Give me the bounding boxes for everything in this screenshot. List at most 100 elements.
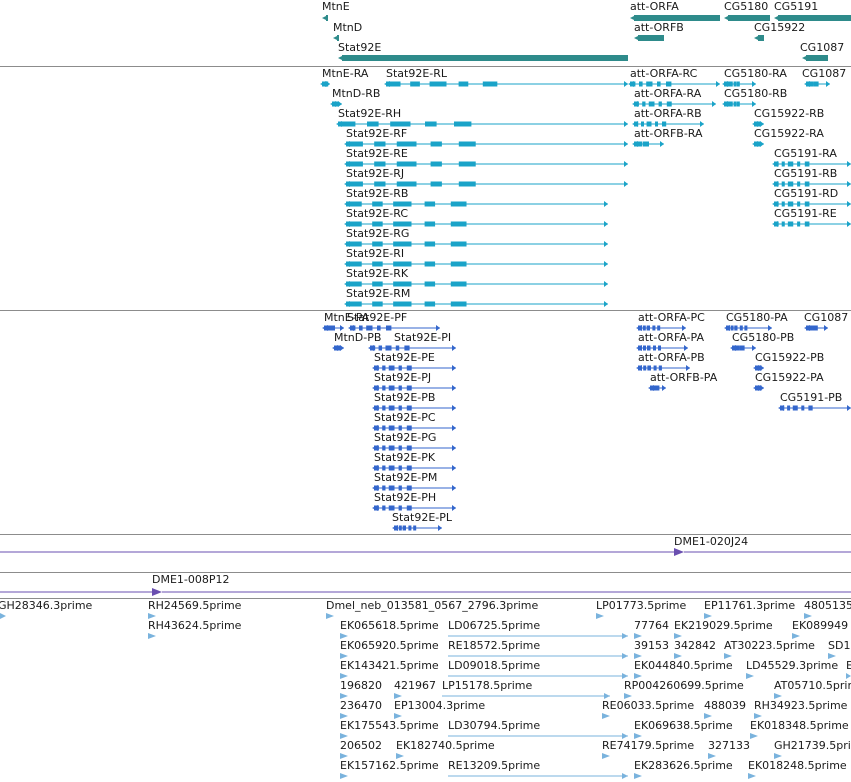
feature-label-cg5180-pa[interactable]: CG5180-PA [726,312,788,324]
feature-label-mtne-ra[interactable]: MtnE-RA [322,68,368,80]
feature-label-cg15922-ra[interactable]: CG15922-RA [754,128,824,140]
feature-label-ld06725-5prime[interactable]: LD06725.5prime [448,620,540,632]
feature-stat92e-glyph[interactable] [338,55,628,61]
feature-att-orfb-ra-glyph[interactable] [632,141,664,147]
feature-label-dmel-neb-013581-0567-2796-3prime[interactable]: Dmel_neb_013581_0567_2796.3prime [326,600,538,612]
feature-label-at30223-5prime[interactable]: AT30223.5prime [724,640,815,652]
feature-label-stat92e-rj[interactable]: Stat92E-RJ [346,168,404,180]
feature-label-stat92e-pk[interactable]: Stat92E-PK [374,452,435,464]
feature-label-stat92e-rh[interactable]: Stat92E-RH [338,108,401,120]
feature-label-stat92e-pm[interactable]: Stat92E-PM [374,472,437,484]
feature-label-att-orfa-pb[interactable]: att-ORFA-PB [638,352,705,364]
feature-label-gh28346-3prime[interactable]: GH28346.3prime [0,600,92,612]
feature-label-77764[interactable]: 77764 [634,620,669,632]
feature-label-ek283626-5prime[interactable]: EK283626.5prime [634,760,733,772]
feature-label-gh21739-5prime[interactable]: GH21739.5prime [774,740,851,752]
feature-mtne-glyph[interactable] [322,15,328,21]
feature-label-stat92e-pf[interactable]: Stat92E-PF [347,312,407,324]
feature-label-cg1087[interactable]: CG1087 [802,68,846,80]
feature-label-cg5191-ra[interactable]: CG5191-RA [774,148,837,160]
feature-label-stat92e-rk[interactable]: Stat92E-RK [346,268,408,280]
feature-dmel-neb-013581-0567-2796-3prime-glyph[interactable] [326,613,334,619]
feature-stat92e-rl-glyph[interactable] [384,81,628,87]
feature-label-stat92e-pg[interactable]: Stat92E-PG [374,432,436,444]
feature-cg15922-glyph[interactable] [754,35,764,41]
feature-label-rp004260699-5prime[interactable]: RP004260699.5prime [624,680,744,692]
feature-label-rh34923-5prime[interactable]: RH34923.5prime [754,700,847,712]
feature-stat92e-pl-glyph[interactable] [392,525,442,531]
feature-label-stat92e[interactable]: Stat92E [338,42,381,54]
feature-label-206502[interactable]: 206502 [340,740,382,752]
feature-label-mtnd[interactable]: MtnD [333,22,362,34]
feature-label-stat92e-ri[interactable]: Stat92E-RI [346,248,404,260]
feature-label-ld30794-5prime[interactable]: LD30794.5prime [448,720,540,732]
feature-re74179-5prime-glyph[interactable] [602,753,610,759]
feature-label-stat92e-rc[interactable]: Stat92E-RC [346,208,408,220]
feature-label-ek018248-5prime[interactable]: EK018248.5prime [748,760,847,772]
feature-label-196820[interactable]: 196820 [340,680,382,692]
feature-label-mtne[interactable]: MtnE [322,1,350,13]
feature-label-mtnd-rb[interactable]: MtnD-RB [332,88,380,100]
feature-re06033-5prime-glyph[interactable] [602,713,610,719]
feature-label-327133[interactable]: 327133 [708,740,750,752]
feature-dme1-020j24-glyph[interactable] [0,548,851,556]
feature-label-stat92e-re[interactable]: Stat92E-RE [346,148,408,160]
feature-label-cg5191-re[interactable]: CG5191-RE [774,208,837,220]
feature-label-ep11761-3prime[interactable]: EP11761.3prime [704,600,795,612]
feature-label-cg1087[interactable]: CG1087 [800,42,844,54]
feature-label-lp15178-5prime[interactable]: LP15178.5prime [442,680,532,692]
feature-label-488039[interactable]: 488039 [704,700,746,712]
feature-stat92e-rm-glyph[interactable] [344,301,608,307]
feature-label-att-orfa-ra[interactable]: att-ORFA-RA [634,88,701,100]
feature-label-cg5191-rd[interactable]: CG5191-RD [774,188,838,200]
feature-label-39153[interactable]: 39153 [634,640,669,652]
feature-label-342842[interactable]: 342842 [674,640,716,652]
feature-label-att-orfb-ra[interactable]: att-ORFB-RA [634,128,703,140]
feature-label-cg5180-pb[interactable]: CG5180-PB [732,332,794,344]
feature-label-lp01773-5prime[interactable]: LP01773.5prime [596,600,686,612]
feature-label-stat92e-ph[interactable]: Stat92E-PH [374,492,436,504]
feature-cg5180-pb-glyph[interactable] [730,345,756,351]
feature-gh28346-3prime-glyph[interactable] [0,613,6,619]
feature-label-att-orfa-pc[interactable]: att-ORFA-PC [638,312,705,324]
feature-label-ek219029-5prime[interactable]: EK219029.5prime [674,620,773,632]
feature-label-ld09018-5prime[interactable]: LD09018.5prime [448,660,540,672]
feature-label-stat92e-rg[interactable]: Stat92E-RG [346,228,409,240]
feature-label-dme1-008p12[interactable]: DME1-008P12 [152,574,230,586]
feature-label-stat92e-rm[interactable]: Stat92E-RM [346,288,410,300]
feature-ek157162-5prime-glyph[interactable] [340,773,348,779]
feature-re13209-5prime-glyph[interactable] [448,773,628,779]
feature-label-re06033-5prime[interactable]: RE06033.5prime [602,700,694,712]
feature-cg1087-glyph[interactable] [804,325,828,331]
feature-label-at05710-5prime[interactable]: AT05710.5prime [774,680,851,692]
feature-label-ek065618-5prime[interactable]: EK065618.5prime [340,620,439,632]
feature-label-421967[interactable]: 421967 [394,680,436,692]
feature-label-e[interactable]: E [846,660,851,672]
feature-label-stat92e-pb[interactable]: Stat92E-PB [374,392,435,404]
feature-label-ek018348-5prime[interactable]: EK018348.5prime [750,720,849,732]
feature-label-sd1[interactable]: SD1 [828,640,850,652]
feature-label-cg15922-pb[interactable]: CG15922-PB [755,352,824,364]
feature-label-stat92e-pj[interactable]: Stat92E-PJ [374,372,431,384]
feature-label-re13209-5prime[interactable]: RE13209.5prime [448,760,540,772]
feature-ek283626-5prime-glyph[interactable] [634,773,642,779]
feature-cg5180-rb-glyph[interactable] [722,101,756,107]
feature-label-ld45529-3prime[interactable]: LD45529.3prime [746,660,838,672]
feature-cg1087-glyph[interactable] [804,81,830,87]
genome-browser-viewport[interactable]: MtnE MtnD Stat92E att-ORFA att-ORFB CG5180 CG5… [0,0,851,782]
feature-cg5191-pb-glyph[interactable] [778,405,851,411]
feature-label-cg5180[interactable]: CG5180 [724,1,768,13]
feature-mtne-ra-glyph[interactable] [320,81,330,87]
feature-label-cg1087[interactable]: CG1087 [804,312,848,324]
feature-label-4805135[interactable]: 4805135 [804,600,851,612]
feature-label-stat92e-pi[interactable]: Stat92E-PI [394,332,451,344]
feature-label-ep13004-3prime[interactable]: EP13004.3prime [394,700,485,712]
feature-label-att-orfa-rb[interactable]: att-ORFA-RB [634,108,702,120]
feature-att-orfb-pa-glyph[interactable] [648,385,666,391]
feature-label-cg15922[interactable]: CG15922 [754,22,805,34]
feature-label-att-orfa-rc[interactable]: att-ORFA-RC [630,68,697,80]
feature-label-ek175543-5prime[interactable]: EK175543.5prime [340,720,439,732]
feature-ek018348-5prime-glyph[interactable] [750,733,758,739]
feature-label-stat92e-pc[interactable]: Stat92E-PC [374,412,436,424]
feature-cg15922-pa-glyph[interactable] [753,385,764,391]
